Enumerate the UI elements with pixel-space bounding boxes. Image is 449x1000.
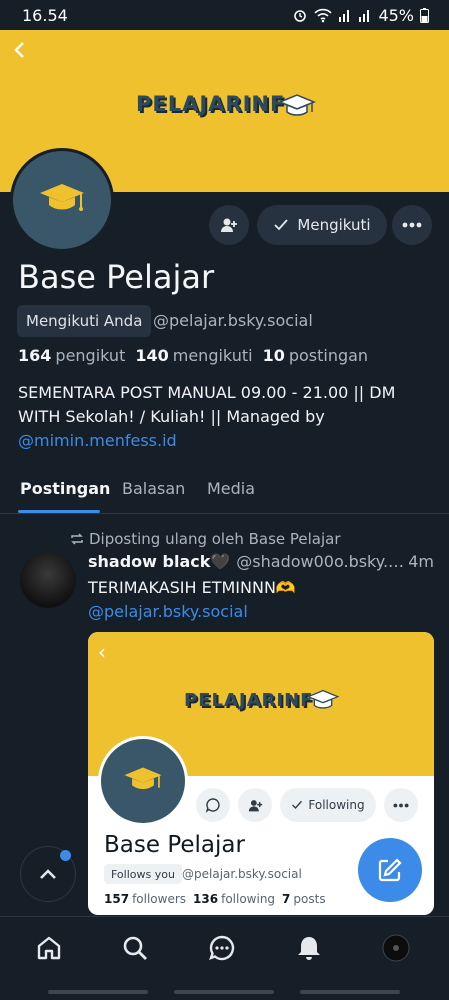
following-button[interactable]: Mengikuti [257,205,387,245]
post-author-handle[interactable]: @shadow00o.bsky.soc... [236,552,408,571]
embed-following-button: Following [280,788,376,822]
nav-notifications[interactable] [294,933,324,963]
profile-avatar-icon [382,934,410,962]
check-icon [274,219,289,231]
graduation-cap-icon [40,184,84,211]
post-mention-link[interactable]: @pelajar.bsky.social [88,602,248,621]
post-author-name[interactable]: shadow black🖤 [88,552,230,571]
followers-count: 164 [18,346,52,365]
tab-postingan[interactable]: Postingan [20,479,110,498]
tab-balasan[interactable]: Balasan [122,479,185,498]
search-icon [123,936,147,960]
add-to-list-button[interactable] [209,205,249,245]
signal-icon [339,10,350,22]
graduation-cap-icon [306,689,340,709]
signal-icon-2 [359,10,370,22]
status-time: 16.54 [22,5,68,25]
wifi-icon [314,8,333,23]
person-add-icon [221,218,237,232]
embed-handle: @pelajar.bsky.social [182,867,302,881]
alarm-icon [294,10,307,22]
repost-indicator[interactable]: Diposting ulang oleh Base Pelajar [70,530,341,548]
graduation-cap-icon [278,94,316,116]
nav-chat[interactable] [207,933,237,963]
embed-display-name: Base Pelajar [104,832,245,858]
embed-logo-text: PELAJARINF [184,690,314,711]
compose-icon [378,858,402,882]
chat-icon [209,935,235,961]
post-body: TERIMAKASIH ETMINNN🫶 @pelajar.bsky.socia… [88,576,428,624]
nav-home[interactable] [34,933,64,963]
embed-posts-label: posts [293,892,326,906]
embed-message-button [196,788,230,822]
posts-count: 10 [262,346,285,365]
embed-followers-count: 157 [104,892,130,906]
chevron-left-icon: ‹ [98,640,106,664]
post-author-avatar[interactable] [20,552,76,608]
more-options-button[interactable] [392,205,432,245]
new-posts-indicator [60,850,71,861]
following-label: mengikuti [172,346,253,365]
embed-posts-count: 7 [282,892,291,906]
battery-icon [420,7,429,23]
active-tab-indicator [18,510,100,513]
profile-bio: SEMENTARA POST MANUAL 09.00 - 21.00 || D… [18,381,438,453]
post-timestamp: 4m [408,552,434,571]
followers-label: pengikut [55,346,126,365]
embed-following-label: Following [308,798,365,812]
graduation-cap-icon [124,767,162,789]
status-bar: 16.54 45% [0,0,449,30]
profile-display-name: Base Pelajar [18,258,215,296]
profile-handle: @pelajar.bsky.social [153,311,313,330]
gesture-line-right [300,990,400,994]
home-icon [37,936,61,960]
system-gesture-bar [0,976,449,1000]
embed-stats: 157 followers 136 following 7 posts [104,892,326,906]
embed-followers-label: followers [132,892,187,906]
gesture-line-center [174,990,274,994]
profile-stats: 164 pengikut 140 mengikuti 10 postingan [18,346,368,365]
follows-you-badge: Mengikuti Anda [17,305,152,337]
gesture-line-left [48,990,148,994]
bio-mention-link[interactable]: @mimin.menfess.id [18,431,177,450]
embed-follows-you-badge: Follows you [104,864,182,884]
embed-following-count: 136 [193,892,219,906]
embed-more-button [384,788,418,822]
battery-percent: 45% [378,5,414,25]
check-icon [292,800,303,809]
embed-following-label: following [221,892,276,906]
nav-profile[interactable] [381,933,411,963]
compose-post-button[interactable] [358,838,422,902]
more-horizontal-icon [402,222,422,228]
status-icons: 45% [292,6,429,25]
person-add-icon [248,799,262,811]
back-button[interactable] [10,38,34,62]
following-count: 140 [135,346,169,365]
chat-icon [205,798,220,813]
bell-icon [298,937,320,960]
profile-tabs: Postingan Balasan Media [0,468,449,514]
tab-media[interactable]: Media [207,479,255,498]
post-header: shadow black🖤 @shadow00o.bsky.soc... 4m [88,552,434,571]
nav-search[interactable] [120,933,150,963]
repost-text: Diposting ulang oleh Base Pelajar [89,530,341,548]
following-stat[interactable]: 140 mengikuti [135,346,252,365]
embed-add-button [238,788,272,822]
chevron-left-icon [14,42,24,58]
more-horizontal-icon [393,803,409,807]
bottom-navigation [0,916,449,976]
profile-avatar[interactable] [10,148,114,252]
following-button-label: Mengikuti [297,216,371,234]
embed-avatar [98,736,188,826]
bio-text: SEMENTARA POST MANUAL 09.00 - 21.00 || D… [18,383,396,426]
chevron-up-icon [40,869,56,879]
posts-label: postingan [288,346,369,365]
followers-stat[interactable]: 164 pengikut [18,346,125,365]
posts-stat: 10 postingan [263,346,369,365]
post-text: TERIMAKASIH ETMINNN🫶 [88,578,296,597]
banner-logo-text: PELAJARINF [136,92,286,116]
repost-icon [71,533,83,545]
